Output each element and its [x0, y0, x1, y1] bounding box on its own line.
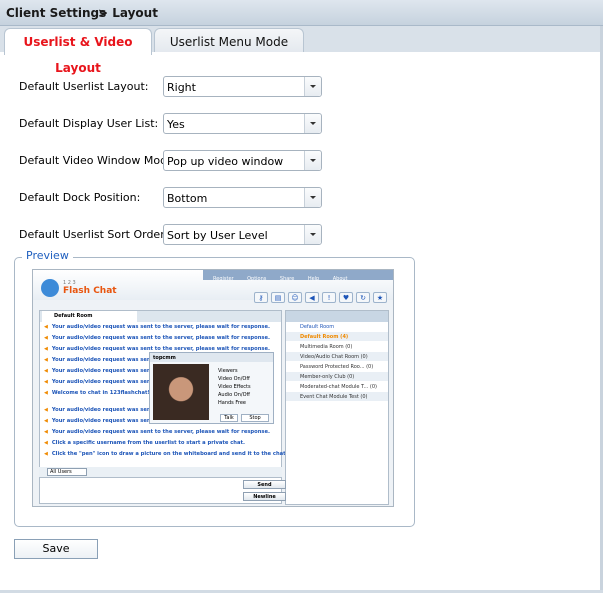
- user-list-tabs: [286, 311, 388, 322]
- talk-button: Talk: [220, 414, 238, 422]
- recipient-select: All Users: [47, 468, 87, 476]
- chat-tab-header: Default Room: [40, 311, 281, 322]
- video-option: Audio On/Off: [218, 392, 250, 398]
- chat-bubble-logo-icon: [41, 279, 59, 297]
- room-item: Event Chat Module Test (0): [286, 392, 388, 402]
- list-icon: ▤: [271, 292, 285, 303]
- stop-button: Stop: [241, 414, 269, 422]
- chat-message: Your audio/video request was sent to the…: [44, 429, 270, 435]
- menu-help: Help: [307, 276, 320, 282]
- refresh-icon: ↻: [356, 292, 370, 303]
- select-value: Yes: [167, 118, 185, 131]
- chat-input: Send Newline: [39, 477, 286, 504]
- select-value: Right: [167, 81, 196, 94]
- chevron-down-icon[interactable]: [304, 114, 321, 133]
- chat-message: Click a specific username from the userl…: [44, 440, 245, 446]
- chevron-down-icon[interactable]: [304, 188, 321, 207]
- chat-message: Your audio/video request was sent to the…: [44, 335, 270, 341]
- exclamation-icon: !: [322, 292, 336, 303]
- tab-bar: Userlist & Video Layout Userlist Menu Mo…: [0, 26, 600, 75]
- heart-icon: ♥: [339, 292, 353, 303]
- save-button[interactable]: Save: [14, 539, 98, 559]
- room-item: Member-only Club (0): [286, 372, 388, 382]
- video-window-mode-select[interactable]: Pop up video window: [163, 150, 322, 171]
- video-option: Video Effects: [218, 384, 251, 390]
- room-header: Default Room: [300, 324, 335, 330]
- app-toolbar: ⚷ ▤ ☺ ◀ ! ♥ ↻ ★: [254, 292, 387, 303]
- menu-options: Options: [247, 276, 267, 282]
- room-item: Video/Audio Chat Room (0): [286, 352, 388, 362]
- video-option: Hands Free: [218, 400, 246, 406]
- star-icon: ★: [373, 292, 387, 303]
- speaker-icon: ◀: [305, 292, 319, 303]
- video-option: Video On/Off: [218, 376, 250, 382]
- page-header: Client Settings > Layout: [0, 0, 603, 26]
- setting-label: Default Video Window Mode:: [19, 154, 178, 167]
- key-icon: ⚷: [254, 292, 268, 303]
- user-list-panel: Default Room Default Room (4) Multimedia…: [285, 310, 389, 505]
- chevron-down-icon[interactable]: [304, 225, 321, 244]
- select-value: Bottom: [167, 192, 208, 205]
- setting-label: Default Userlist Sort Order:: [19, 228, 169, 241]
- page-title: Client Settings: [6, 6, 107, 20]
- setting-label: Default Dock Position:: [19, 191, 141, 204]
- chevron-down-icon[interactable]: [304, 151, 321, 170]
- tab-userlist-menu-mode[interactable]: Userlist Menu Mode: [154, 28, 304, 54]
- dock-position-select[interactable]: Bottom: [163, 187, 322, 208]
- chat-message: Your audio/video request was sent to the…: [44, 324, 270, 330]
- select-value: Sort by User Level: [167, 229, 268, 242]
- breadcrumb: > Layout: [98, 6, 158, 20]
- chevron-down-icon[interactable]: [304, 77, 321, 96]
- video-title: topcmm: [150, 353, 273, 362]
- select-value: Pop up video window: [167, 155, 284, 168]
- room-item: Moderated-chat Module T... (0): [286, 382, 388, 392]
- room-item: Password Protected Roo... (0): [286, 362, 388, 372]
- tab-userlist-video-layout[interactable]: Userlist & Video Layout: [4, 28, 152, 75]
- send-button: Send: [243, 480, 286, 489]
- menu-register: Register: [213, 276, 234, 282]
- setting-label: Default Display User List:: [19, 117, 159, 130]
- app-menu: Register Options Share Help About: [203, 270, 393, 282]
- viewers-select: Viewers: [218, 368, 238, 374]
- menu-about: About: [332, 276, 348, 282]
- user-icon: ☺: [288, 292, 302, 303]
- userlist-layout-select[interactable]: Right: [163, 76, 322, 97]
- video-options: Viewers Video On/Off Video Effects Audio…: [218, 367, 251, 407]
- setting-label: Default Userlist Layout:: [19, 80, 149, 93]
- preview-legend: Preview: [22, 249, 73, 262]
- room-list: Default Room (4) Multimedia Room (0) Vid…: [286, 332, 388, 402]
- chat-toolbar: All Users: [39, 467, 282, 477]
- chat-message: Click the "pen" icon to draw a picture o…: [44, 451, 305, 457]
- room-item: Multimedia Room (0): [286, 342, 388, 352]
- room-item: Default Room (4): [286, 332, 388, 342]
- newline-button: Newline: [243, 492, 286, 501]
- logo-text: Flash Chat: [63, 286, 117, 296]
- app-topbar: Register Options Share Help About 1 2 3 …: [33, 270, 393, 303]
- chat-tab-default-room: Default Room: [42, 311, 137, 322]
- video-popup: topcmm Viewers Video On/Off Video Effect…: [149, 352, 274, 424]
- menu-share: Share: [279, 276, 295, 282]
- webcam-video: [153, 364, 209, 420]
- sort-order-select[interactable]: Sort by User Level: [163, 224, 322, 245]
- display-user-list-select[interactable]: Yes: [163, 113, 322, 134]
